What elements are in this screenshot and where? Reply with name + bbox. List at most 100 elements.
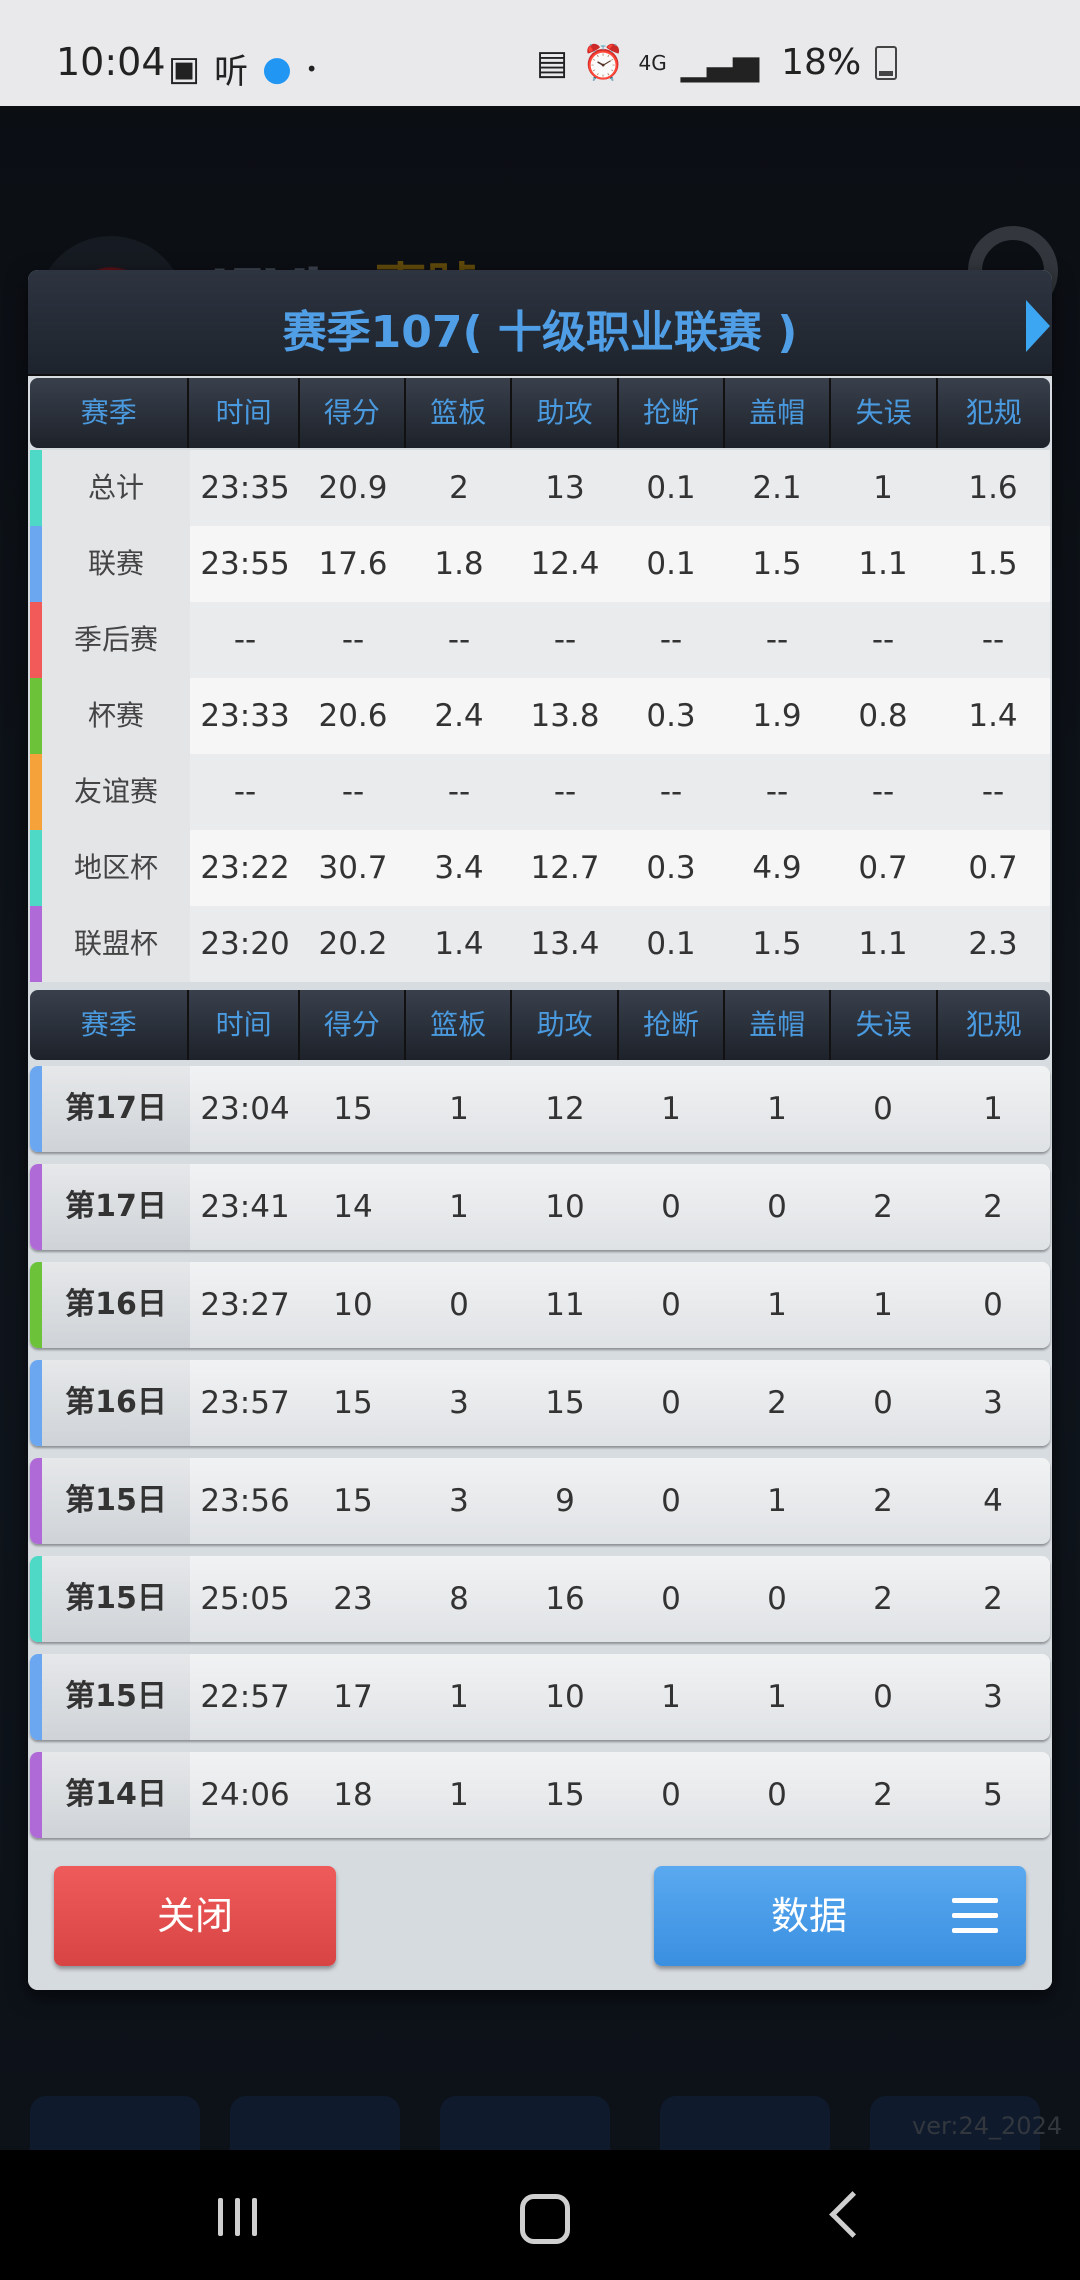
stat-cell: 0.1	[646, 546, 696, 582]
game-row[interactable]: 第15日 23:56 15 3 9 0 1 2 4	[30, 1458, 1050, 1544]
stat-cell: --	[765, 622, 789, 658]
stat-cell: 23:20	[200, 926, 290, 962]
stat-cell: 1	[767, 1679, 787, 1715]
stat-cell: 15	[545, 1777, 585, 1813]
dialog-header: 赛季107( 十级职业联赛 )	[28, 270, 1052, 376]
game-row[interactable]: 第15日 25:05 23 8 16 0 0 2 2	[30, 1556, 1050, 1642]
stat-cell: 11	[545, 1287, 585, 1323]
stat-cell: 2.3	[968, 926, 1018, 962]
stat-cell: --	[981, 622, 1005, 658]
game-row[interactable]: 第16日 23:27 10 0 11 0 1 1 0	[30, 1262, 1050, 1348]
stat-cell: 2	[873, 1581, 893, 1617]
stat-cell: 15	[333, 1483, 373, 1519]
close-button[interactable]: 关闭	[54, 1866, 336, 1966]
stat-cell: 23:56	[200, 1483, 290, 1519]
stat-cell: 0	[767, 1581, 787, 1617]
stat-cell: 8	[449, 1581, 469, 1617]
stat-cell: 0	[661, 1287, 681, 1323]
game-row[interactable]: 第17日 23:41 14 1 10 0 0 2 2	[30, 1164, 1050, 1250]
stat-cell: --	[553, 622, 577, 658]
column-header: 助攻	[512, 378, 619, 448]
stat-cell: 1	[767, 1287, 787, 1323]
summary-row: 联赛 23:55 17.6 1.8 12.4 0.1 1.5 1.1 1.5	[30, 526, 1050, 602]
stat-cell: 30.7	[318, 850, 388, 886]
column-header: 篮板	[406, 990, 513, 1060]
stat-cell: 20.9	[318, 470, 388, 506]
stat-cell: 24:06	[200, 1777, 290, 1813]
stat-cell: 15	[333, 1091, 373, 1127]
row-label: 第15日	[42, 1458, 190, 1544]
stat-cell: 0.1	[646, 470, 696, 506]
stat-cell: --	[341, 622, 365, 658]
stat-cell: 2.4	[434, 698, 484, 734]
game-row[interactable]: 第16日 23:57 15 3 15 0 2 0 3	[30, 1360, 1050, 1446]
row-label: 第17日	[42, 1066, 190, 1152]
stat-cell: 12.7	[530, 850, 600, 886]
stat-cell: 1	[767, 1091, 787, 1127]
stat-cell: --	[341, 774, 365, 810]
category-color-marker	[30, 754, 42, 830]
stat-cell: 13.4	[530, 926, 600, 962]
stat-cell: 0	[873, 1679, 893, 1715]
home-icon[interactable]	[520, 2194, 570, 2244]
category-color-marker	[30, 1556, 42, 1642]
stat-cell: 10	[545, 1189, 585, 1225]
dialog-title: 赛季107( 十级职业联赛 )	[282, 307, 798, 358]
stat-cell: 17.6	[318, 546, 388, 582]
stat-cell: 3	[983, 1679, 1003, 1715]
column-header: 失误	[831, 990, 938, 1060]
system-icons: ▤ ⏰ 4G ▁▃▅ 18%	[536, 42, 898, 83]
stat-cell: 1.8	[434, 546, 484, 582]
stat-cell: 1.5	[752, 546, 802, 582]
stat-cell: 2.1	[752, 470, 802, 506]
4g-icon: 4G	[638, 50, 667, 75]
game-row[interactable]: 第14日 24:06 18 1 15 0 0 2 5	[30, 1752, 1050, 1838]
stat-cell: 0.8	[858, 698, 908, 734]
stat-cell: 23:55	[200, 546, 290, 582]
stat-cell: 1.4	[434, 926, 484, 962]
status-bar: 10:04 ▣ 听 ● • ▤ ⏰ 4G ▁▃▅ 18%	[0, 0, 1080, 106]
stat-cell: 1	[983, 1091, 1003, 1127]
row-label: 第15日	[42, 1654, 190, 1740]
stat-cell: 2	[767, 1385, 787, 1421]
column-header: 赛季	[30, 990, 190, 1060]
stat-cell: --	[981, 774, 1005, 810]
stat-cell: --	[659, 622, 683, 658]
column-header: 失误	[831, 378, 938, 448]
stat-cell: 0	[661, 1581, 681, 1617]
category-color-marker	[30, 1752, 42, 1838]
notification-icons: ▣ 听 ● •	[168, 44, 318, 93]
stat-cell: 2	[873, 1189, 893, 1225]
stat-cell: 4	[983, 1483, 1003, 1519]
row-label: 第14日	[42, 1752, 190, 1838]
stat-cell: 5	[983, 1777, 1003, 1813]
row-label: 第16日	[42, 1262, 190, 1348]
row-label: 季后赛	[42, 602, 190, 678]
row-label: 杯赛	[42, 678, 190, 754]
stat-cell: 3	[983, 1385, 1003, 1421]
stat-cell: 23:27	[200, 1287, 290, 1323]
data-button[interactable]: 数据	[654, 1866, 1026, 1966]
recent-apps-icon[interactable]	[218, 2198, 257, 2236]
column-header: 赛季	[30, 378, 190, 448]
stat-cell: 23:33	[200, 698, 290, 734]
stat-cell: 1	[449, 1777, 469, 1813]
game-row[interactable]: 第17日 23:04 15 1 12 1 1 0 1	[30, 1066, 1050, 1152]
next-season-arrow-icon[interactable]	[1026, 300, 1050, 352]
column-header: 得分	[300, 990, 407, 1060]
game-row[interactable]: 第15日 22:57 17 1 10 1 1 0 3	[30, 1654, 1050, 1740]
back-icon[interactable]	[829, 2191, 876, 2238]
stat-cell: --	[447, 774, 471, 810]
stat-cell: 16	[545, 1581, 585, 1617]
system-nav-bar	[0, 2150, 1080, 2280]
stat-cell: --	[871, 622, 895, 658]
stat-cell: 1.1	[858, 546, 908, 582]
stat-cell: 18	[333, 1777, 373, 1813]
stat-cell: 15	[545, 1385, 585, 1421]
stat-cell: 22:57	[200, 1679, 290, 1715]
stat-cell: 0	[983, 1287, 1003, 1323]
stat-cell: 0.1	[646, 926, 696, 962]
summary-row: 联盟杯 23:20 20.2 1.4 13.4 0.1 1.5 1.1 2.3	[30, 906, 1050, 982]
status-time: 10:04	[56, 40, 166, 84]
category-color-marker	[30, 526, 42, 602]
